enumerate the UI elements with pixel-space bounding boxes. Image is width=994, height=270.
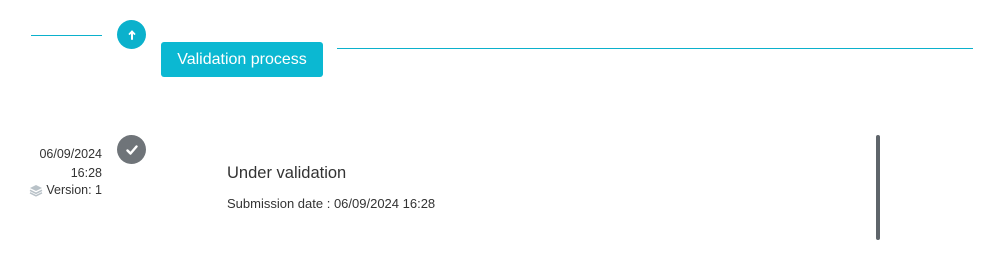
timeline-line-right — [337, 48, 973, 49]
timeline-step-marker — [117, 20, 146, 49]
entry-date: 06/09/2024 — [39, 147, 102, 161]
submission-date: Submission date : 06/09/2024 16:28 — [227, 196, 436, 211]
layers-icon — [29, 183, 43, 197]
arrow-up-icon — [126, 29, 138, 41]
validation-process-button[interactable]: Validation process — [161, 42, 323, 77]
timeline-line-left — [31, 35, 102, 36]
vertical-scrollbar[interactable] — [876, 135, 880, 240]
status-title: Under validation — [227, 164, 347, 182]
entry-time: 16:28 — [70, 166, 102, 180]
check-icon — [125, 143, 139, 157]
version-info: Version: 1 — [0, 182, 102, 198]
status-marker — [117, 135, 146, 164]
version-label: Version: 1 — [46, 183, 102, 197]
entry-meta: 06/09/2024 16:28 Version: 1 — [0, 145, 102, 198]
